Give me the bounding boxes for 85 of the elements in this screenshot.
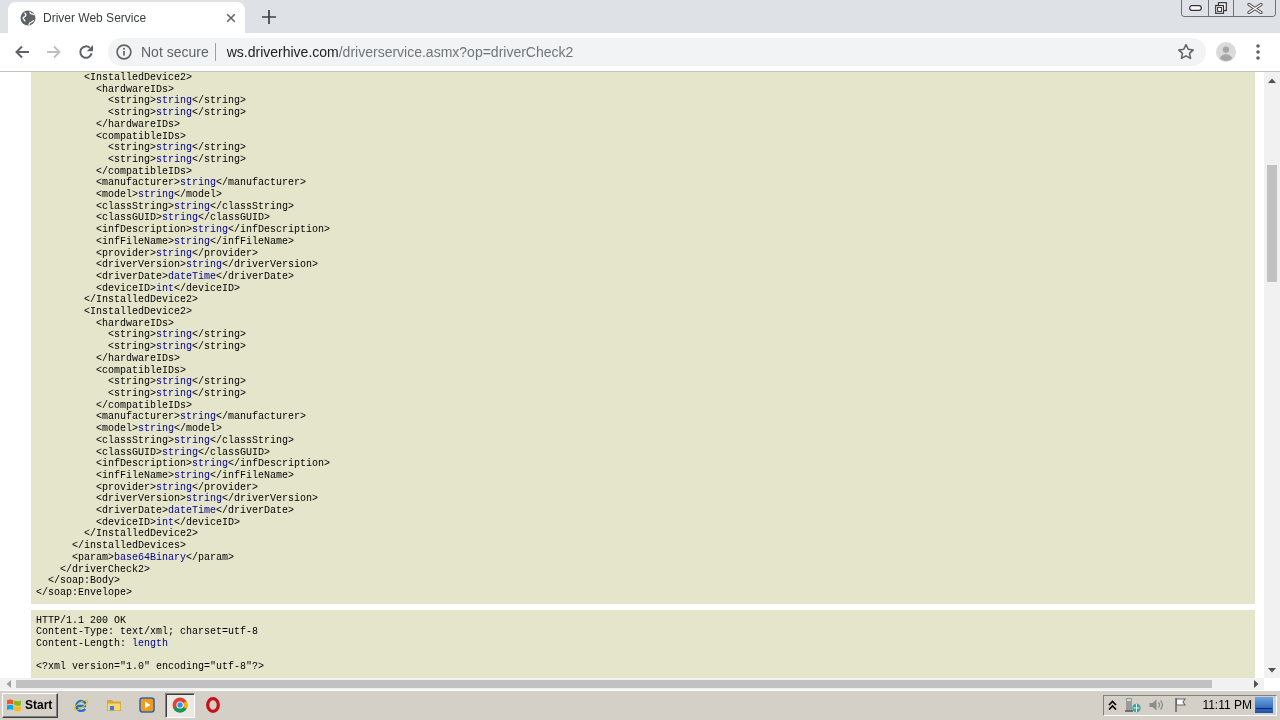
code-line: </InstalledDevice2> — [84, 528, 199, 540]
code-line: <string>string</string> — [108, 376, 247, 388]
code-line: <driverVersion>string</driverVersion> — [96, 493, 319, 505]
scroll-right-icon[interactable] — [1253, 680, 1259, 688]
code-line: <provider>string</provider> — [96, 247, 259, 259]
start-button[interactable]: Start — [2, 692, 59, 718]
address-bar[interactable]: Not secure ws.driverhive.com/driverservice.asmx?op=driverCheck2 — [108, 38, 1206, 66]
code-line: <infFileName>string</infFileName> — [96, 235, 295, 248]
code-line: <classGUID>string</classGUID> — [96, 212, 271, 224]
plus-icon[interactable] — [262, 9, 276, 24]
avatar-icon — [1216, 42, 1236, 62]
code-line: <hardwareIDs> — [96, 317, 174, 329]
taskbar-button[interactable] — [165, 692, 196, 718]
minimize-icon — [1188, 5, 1202, 11]
forward-arrow-icon — [46, 44, 62, 60]
code-line: <driverDate>dateTime</driverDate> — [96, 505, 295, 517]
code-line: <param>base64Binary</param> — [72, 551, 235, 564]
code-line: <manufacturer>string</manufacturer> — [96, 411, 307, 423]
ring-logo-icon — [172, 697, 189, 713]
code-line: </installedDevices> — [72, 540, 187, 552]
scroll-thumb[interactable] — [16, 680, 1212, 688]
close-icon — [1246, 2, 1263, 14]
chevron-up-icon[interactable] — [1108, 700, 1118, 710]
scroll-down-icon[interactable] — [1268, 667, 1276, 673]
code-line: <string>string</string> — [108, 388, 247, 400]
code-line: Content-Type: text/xml; charset=utf-8 — [36, 626, 259, 638]
code-line: <model>string</model> — [96, 423, 223, 435]
code-line: </compatibleIDs> — [96, 399, 192, 411]
scroll-up-icon[interactable] — [1268, 77, 1276, 83]
waving-flag-icon — [6, 697, 22, 713]
letter-o-icon — [206, 697, 221, 713]
screen-icon[interactable] — [1255, 697, 1273, 713]
code-line: <infDescription>string</infDescription> — [96, 224, 331, 236]
code-line: <classString>string</classString> — [96, 434, 295, 447]
code-line: <?xml version="1.0" encoding="utf-8"?> — [36, 661, 265, 674]
code-line: </soap:Envelope> — [36, 586, 132, 599]
horizontal-scrollbar[interactable] — [0, 678, 1264, 690]
url-text: ws.driverhive.com/driverservice.asmx?op=driverCheck2 — [226, 44, 574, 60]
info-icon — [116, 44, 132, 60]
folder-icon — [106, 697, 123, 713]
code-line: </soap:Body> — [48, 575, 120, 587]
code-line: <model>string</model> — [96, 189, 223, 201]
code-line: HTTP/1.1 200 OK — [36, 614, 126, 626]
code-line: <infFileName>string</infFileName> — [96, 469, 295, 482]
code-line: </compatibleIDs> — [96, 165, 192, 177]
code-line: <InstalledDevice2> — [84, 306, 193, 318]
network-icon[interactable] — [1125, 697, 1142, 713]
browser-tab[interactable]: Driver Web Service — [8, 2, 245, 33]
code-line: <string>string</string> — [108, 341, 247, 353]
code-line: </hardwareIDs> — [96, 352, 180, 365]
globe-icon — [20, 9, 36, 26]
code-line: <compatibleIDs> — [96, 364, 186, 376]
play-icon — [139, 697, 156, 713]
code-line: <classString>string</classString> — [96, 200, 295, 212]
code-line: <provider>string</provider> — [96, 481, 259, 493]
code-line: <string>string</string> — [108, 329, 247, 341]
restore-icon — [1215, 2, 1227, 14]
code-line: <manufacturer>string</manufacturer> — [96, 177, 307, 189]
close-button[interactable] — [1233, 0, 1275, 16]
code-line: <infDescription>string</infDescription> — [96, 458, 331, 470]
code-line: <string>string</string> — [108, 153, 247, 166]
code-line: <string>string</string> — [108, 107, 247, 119]
code-line: <driverVersion>string</driverVersion> — [96, 259, 319, 271]
code-line: </hardwareIDs> — [96, 118, 180, 131]
code-line: <compatibleIDs> — [96, 130, 186, 142]
code-line: <string>string</string> — [108, 142, 247, 154]
code-line: <hardwareIDs> — [96, 83, 174, 95]
security-indicator[interactable]: Not secure — [114, 44, 211, 60]
e-logo-icon — [73, 697, 90, 713]
star-icon[interactable] — [1177, 43, 1195, 61]
back-arrow-icon — [14, 44, 30, 60]
code-line: </driverCheck2> — [60, 563, 150, 575]
code-line: <string>string</string> — [108, 95, 247, 107]
code-line: </InstalledDevice2> — [84, 294, 199, 306]
scroll-thumb[interactable] — [1267, 165, 1277, 282]
code-line: Content-Length: length — [36, 638, 169, 650]
reload-icon — [78, 44, 94, 60]
vertical-scrollbar[interactable] — [1264, 72, 1280, 678]
menu-icon — [1256, 44, 1260, 60]
code-line: <deviceID>int</deviceID> — [96, 516, 241, 528]
code-line: <InstalledDevice2> — [84, 72, 193, 84]
code-line: <deviceID>int</deviceID> — [96, 282, 241, 294]
code-line: <driverDate>dateTime</driverDate> — [96, 270, 295, 283]
code-line: <classGUID>string</classGUID> — [96, 446, 271, 458]
clock-text[interactable]: 11:11 PM — [1202, 698, 1252, 712]
